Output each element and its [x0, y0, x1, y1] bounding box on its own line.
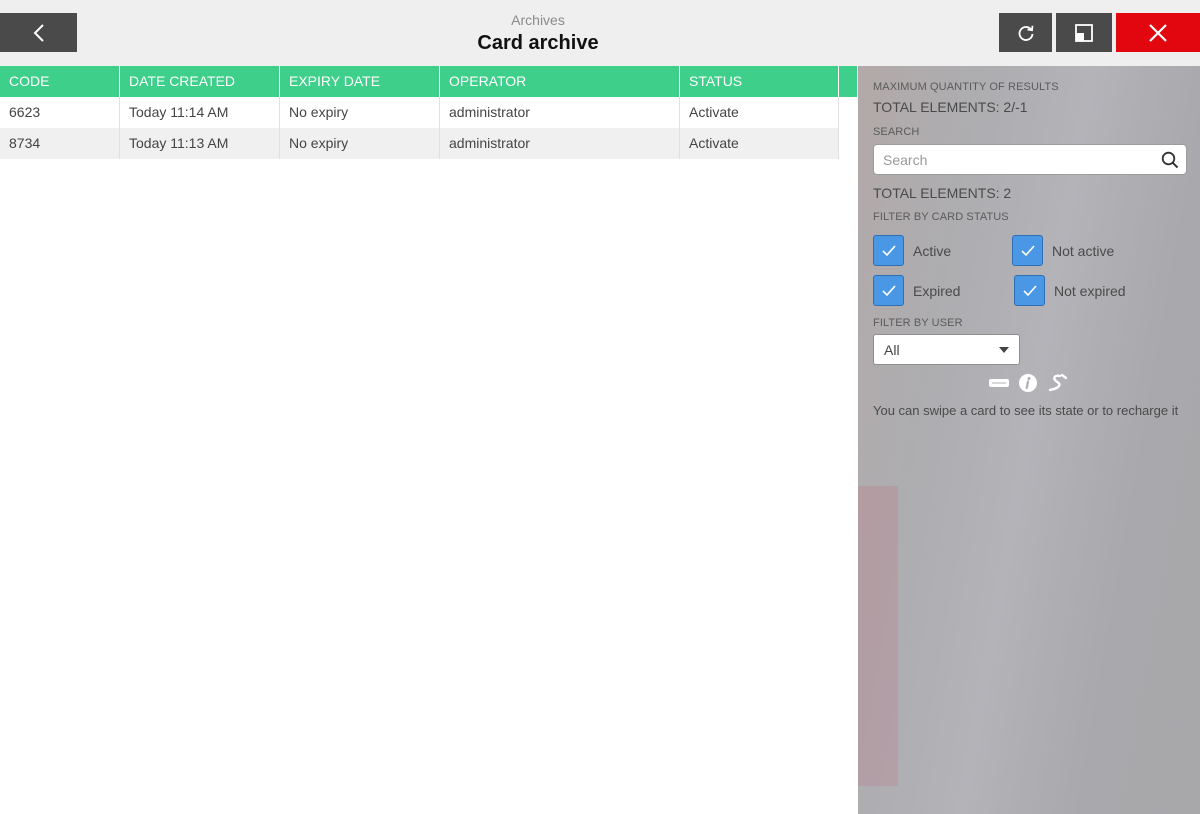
- cell-status: Activate: [680, 128, 839, 159]
- cell-operator: administrator: [440, 128, 680, 159]
- column-header-status[interactable]: STATUS: [680, 66, 839, 97]
- info-icon: [1019, 374, 1037, 392]
- total-elements-max: TOTAL ELEMENTS: 2/-1: [873, 99, 1028, 115]
- checkbox-not-expired[interactable]: [1014, 275, 1045, 306]
- filter-user-label: FILTER BY USER: [873, 317, 963, 329]
- cell-date-created: Today 11:13 AM: [120, 128, 280, 159]
- column-header-spacer: [839, 66, 858, 97]
- table-row[interactable]: 6623 Today 11:14 AM No expiry administra…: [0, 97, 839, 128]
- filter-status-label: FILTER BY CARD STATUS: [873, 211, 1009, 223]
- cell-code: 6623: [0, 97, 120, 128]
- column-header-code[interactable]: CODE: [0, 66, 120, 97]
- title-block: Archives Card archive: [0, 12, 1076, 56]
- cell-date-created: Today 11:14 AM: [120, 97, 280, 128]
- checkbox-expired[interactable]: [873, 275, 904, 306]
- close-icon: [1149, 23, 1167, 42]
- card-icon: [989, 379, 1009, 387]
- checkmark-icon: [881, 284, 896, 296]
- checkbox-not-active-label[interactable]: Not active: [1052, 243, 1114, 259]
- filter-sidebar: MAXIMUM QUANTITY OF RESULTS TOTAL ELEMEN…: [858, 66, 1200, 814]
- search-box: [873, 144, 1187, 175]
- restore-window-button[interactable]: [1056, 13, 1112, 52]
- card-table: CODE DATE CREATED EXPIRY DATE OPERATOR S…: [0, 66, 858, 814]
- user-filter-value: All: [884, 342, 900, 358]
- card-icons: [988, 373, 1068, 393]
- checkbox-not-active[interactable]: [1012, 235, 1043, 266]
- table-row[interactable]: 8734 Today 11:13 AM No expiry administra…: [0, 128, 839, 159]
- cell-expiry-date: No expiry: [280, 97, 440, 128]
- max-results-label: MAXIMUM QUANTITY OF RESULTS: [873, 81, 1059, 93]
- cell-operator: administrator: [440, 97, 680, 128]
- checkbox-active-label[interactable]: Active: [913, 243, 951, 259]
- table-header: CODE DATE CREATED EXPIRY DATE OPERATOR S…: [0, 66, 858, 97]
- total-elements: TOTAL ELEMENTS: 2: [873, 185, 1012, 201]
- restore-window-icon: [1075, 23, 1093, 42]
- header-bar: Archives Card archive: [0, 0, 1200, 66]
- search-input[interactable]: [874, 145, 1144, 174]
- column-header-expiry-date[interactable]: EXPIRY DATE: [280, 66, 440, 97]
- cell-status: Activate: [680, 97, 839, 128]
- swipe-hint: You can swipe a card to see its state or…: [873, 403, 1179, 418]
- chevron-down-icon: [999, 347, 1009, 353]
- checkmark-icon: [1022, 284, 1037, 296]
- checkbox-active[interactable]: [873, 235, 904, 266]
- checkbox-not-expired-label[interactable]: Not expired: [1054, 283, 1126, 299]
- checkmark-icon: [881, 244, 896, 256]
- cell-code: 8734: [0, 128, 120, 159]
- column-header-operator[interactable]: OPERATOR: [440, 66, 680, 97]
- close-button[interactable]: [1116, 13, 1200, 52]
- table-body: 6623 Today 11:14 AM No expiry administra…: [0, 97, 839, 159]
- user-filter-select[interactable]: All: [873, 334, 1020, 365]
- page-title: Card archive: [477, 32, 599, 54]
- swipe-icon: [1048, 373, 1068, 392]
- search-label: SEARCH: [873, 126, 920, 138]
- page-subtitle: Archives: [511, 12, 565, 28]
- search-icon[interactable]: [1161, 151, 1179, 169]
- column-header-date-created[interactable]: DATE CREATED: [120, 66, 280, 97]
- checkmark-icon: [1020, 244, 1035, 256]
- background-blur: [858, 486, 898, 786]
- checkbox-expired-label[interactable]: Expired: [913, 283, 960, 299]
- refresh-button[interactable]: [999, 13, 1052, 52]
- refresh-icon: [1018, 25, 1033, 41]
- cell-expiry-date: No expiry: [280, 128, 440, 159]
